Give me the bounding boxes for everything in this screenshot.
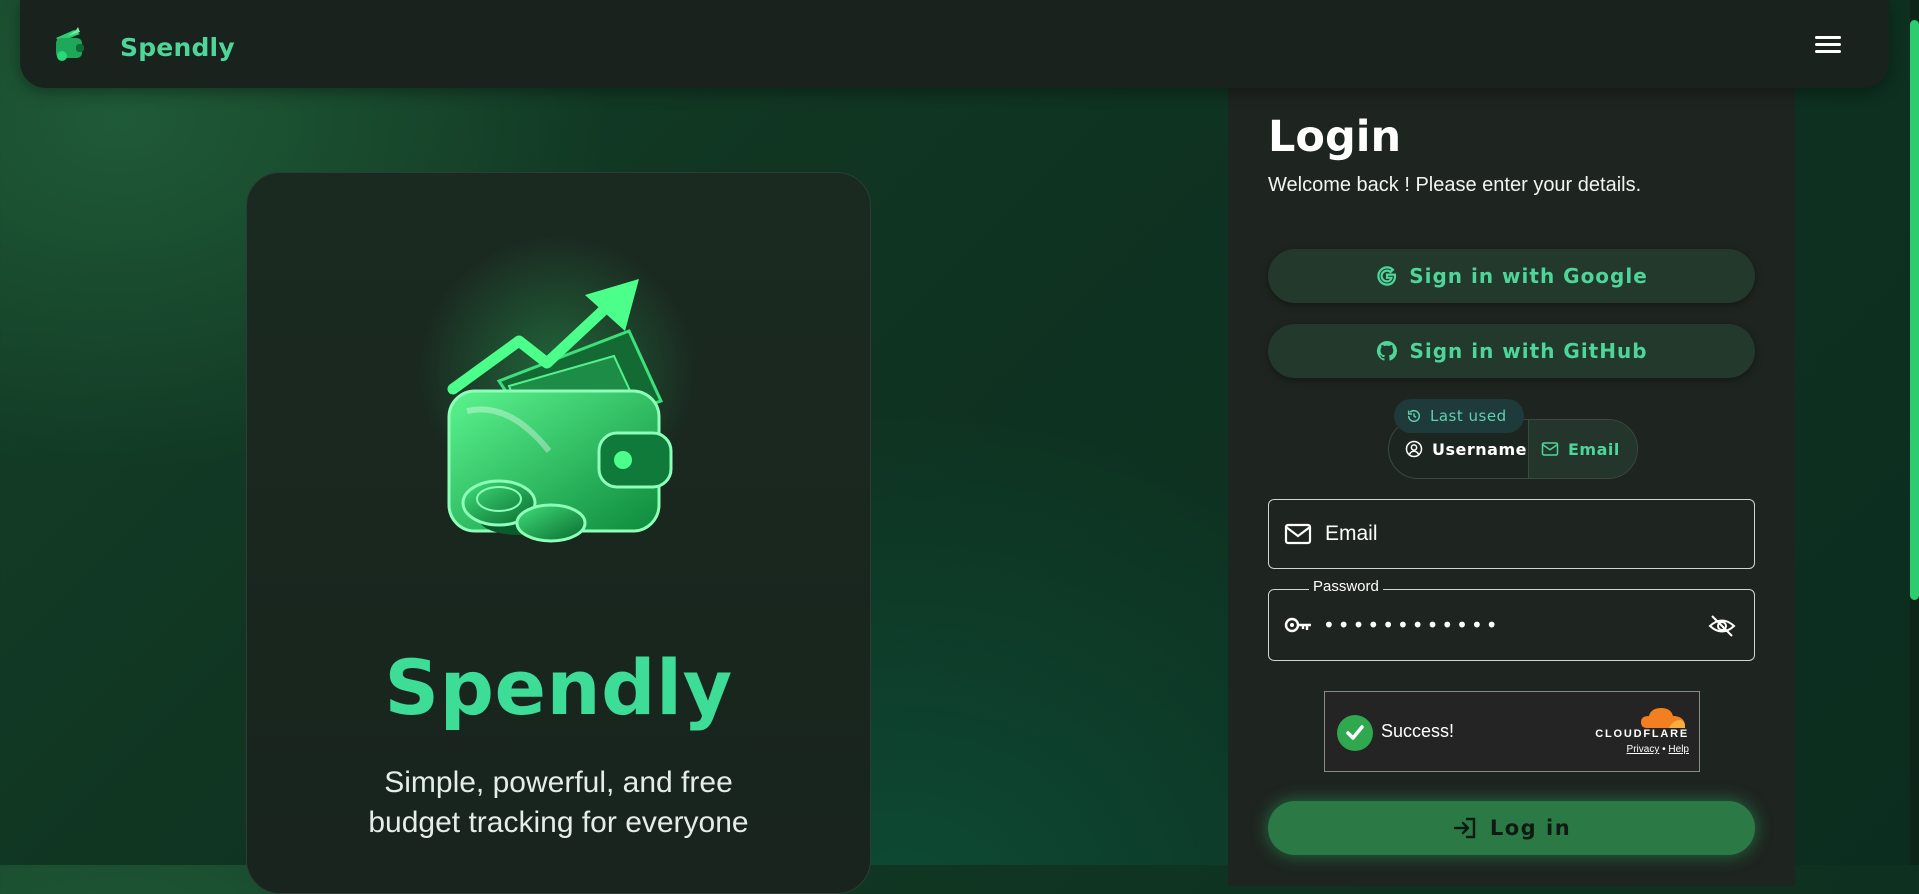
hero-tagline-line1: Simple, powerful, and free xyxy=(384,766,733,799)
scrollbar-thumb[interactable] xyxy=(1910,20,1919,600)
method-username-label: Username xyxy=(1432,439,1527,459)
captcha-help-link[interactable]: Help xyxy=(1668,744,1689,755)
password-input[interactable]: •••••••••••• xyxy=(1323,613,1501,637)
sign-in-github-button[interactable]: Sign in with GitHub xyxy=(1268,324,1755,378)
log-in-button[interactable]: Log in xyxy=(1268,801,1755,855)
login-subtitle: Welcome back ! Please enter your details… xyxy=(1268,174,1642,196)
last-used-badge: Last used xyxy=(1394,399,1524,433)
mail-icon xyxy=(1284,523,1312,545)
key-icon xyxy=(1284,617,1311,633)
sign-in-google-button[interactable]: Sign in with Google xyxy=(1268,249,1755,303)
login-enter-icon xyxy=(1453,817,1476,839)
history-icon xyxy=(1407,409,1421,423)
google-button-label: Sign in with Google xyxy=(1409,264,1648,288)
cloudflare-cloud-icon xyxy=(1641,708,1685,728)
cloudflare-captcha-widget[interactable]: Success! CLOUDFLARE Privacy • Help xyxy=(1324,691,1700,772)
top-navbar: Spendly xyxy=(20,0,1889,88)
nav-brand-name[interactable]: Spendly xyxy=(120,33,235,62)
cloudflare-links: Privacy • Help xyxy=(1593,744,1689,755)
last-used-label: Last used xyxy=(1430,407,1507,425)
github-icon xyxy=(1377,340,1398,361)
captcha-status: Success! xyxy=(1381,721,1455,741)
captcha-privacy-link[interactable]: Privacy xyxy=(1627,744,1660,755)
hero-tagline-line2: budget tracking for everyone xyxy=(368,806,749,839)
hamburger-menu-icon[interactable] xyxy=(1815,36,1841,56)
email-field[interactable] xyxy=(1268,499,1755,569)
method-email-label: Email xyxy=(1568,439,1620,459)
hide-password-icon[interactable] xyxy=(1708,613,1736,639)
cloudflare-logo: CLOUDFLARE Privacy • Help xyxy=(1593,706,1689,762)
password-label: Password xyxy=(1309,578,1383,595)
wallet-growth-illustration xyxy=(447,279,673,543)
hero-tagline: Simple, powerful, and free budget tracki… xyxy=(307,763,810,843)
password-field[interactable]: Password •••••••••••• xyxy=(1268,578,1755,661)
captcha-link-separator: • xyxy=(1662,744,1666,755)
login-title: Login xyxy=(1268,112,1402,162)
captcha-success-icon xyxy=(1337,715,1373,751)
log-in-button-label: Log in xyxy=(1489,816,1572,840)
page-scrollbar[interactable] xyxy=(1910,0,1919,865)
google-icon xyxy=(1377,266,1397,286)
hero-title: Spendly xyxy=(384,643,733,732)
github-button-label: Sign in with GitHub xyxy=(1409,339,1648,363)
login-panel: Login Welcome back ! Please enter your d… xyxy=(1228,66,1795,886)
wallet-logo-icon[interactable] xyxy=(52,24,88,64)
email-input[interactable] xyxy=(1323,521,1687,547)
user-circle-icon xyxy=(1405,440,1423,458)
hero-card: Spendly Simple, powerful, and free budge… xyxy=(246,172,871,894)
method-email-option[interactable]: Email xyxy=(1529,420,1637,478)
mail-icon xyxy=(1541,442,1559,456)
